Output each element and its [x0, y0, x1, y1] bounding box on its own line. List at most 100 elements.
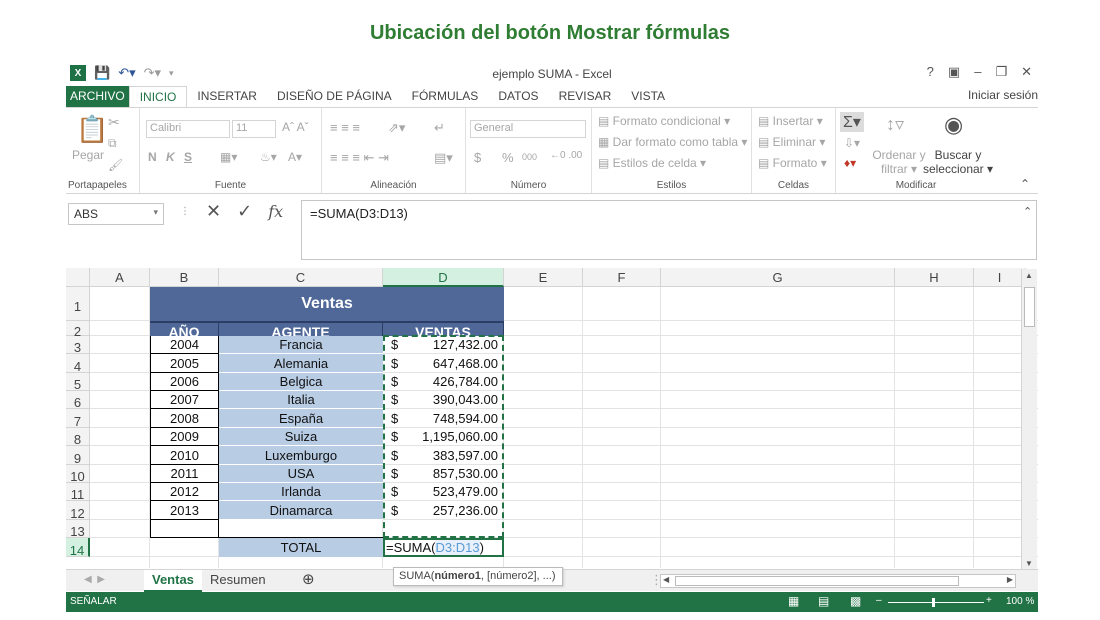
tab-file[interactable]: ARCHIVO: [66, 86, 129, 108]
insert-cells-button[interactable]: ▤ Insertar ▾: [758, 114, 823, 128]
table-cell-year[interactable]: 2011: [150, 465, 219, 483]
scroll-right-icon[interactable]: ▶: [1007, 575, 1013, 584]
table-cell-agent[interactable]: USA: [219, 465, 383, 483]
copy-icon[interactable]: ⧉: [108, 136, 117, 151]
align-top-icon[interactable]: ≡ ≡ ≡: [330, 120, 360, 135]
zoom-level[interactable]: 100 %: [1006, 596, 1034, 607]
fill-color-icon[interactable]: ♨▾: [260, 150, 277, 164]
number-format-combo[interactable]: General: [470, 120, 586, 138]
autosum-icon[interactable]: Σ▾: [840, 112, 864, 132]
table-cell-year[interactable]: 2006: [150, 373, 219, 391]
orientation-icon[interactable]: ⇗▾: [388, 120, 405, 136]
tab-home[interactable]: INICIO: [128, 86, 188, 108]
paste-button[interactable]: Pegar: [72, 148, 104, 162]
add-sheet-icon[interactable]: ⊕: [294, 570, 323, 592]
font-name-combo[interactable]: Calibri: [146, 120, 230, 138]
table-cell-agent[interactable]: Belgica: [219, 373, 383, 391]
row-header-12[interactable]: 12: [66, 501, 90, 521]
row-header-11[interactable]: 11: [66, 483, 90, 502]
scroll-thumb[interactable]: [1024, 287, 1035, 327]
help-icon[interactable]: ?: [927, 64, 934, 80]
row-header-13[interactable]: 13: [66, 520, 90, 539]
tab-formulas[interactable]: FÓRMULAS: [402, 86, 489, 108]
font-grow-icon[interactable]: Aˆ Aˇ: [282, 120, 309, 134]
expand-formula-icon[interactable]: ⌃: [1023, 205, 1032, 218]
page-layout-view-icon[interactable]: ▤: [818, 594, 829, 608]
row-header-1[interactable]: 1: [66, 287, 90, 321]
name-box[interactable]: ABS ▾: [68, 203, 164, 225]
currency-button[interactable]: $: [474, 150, 481, 165]
table-cell-year[interactable]: 2005: [150, 354, 219, 373]
worksheet-grid[interactable]: A B C D E F G H I 1 2 3 4 5 6 7 8 9 10 11 12 13 14 Ventas AÑO AGE…: [66, 268, 1038, 568]
underline-button[interactable]: S: [184, 150, 192, 164]
enter-icon[interactable]: ✓: [237, 201, 252, 222]
close-icon[interactable]: ✕: [1021, 64, 1032, 80]
row-header-8[interactable]: 8: [66, 428, 90, 447]
column-header-f[interactable]: F: [583, 268, 661, 287]
horizontal-scrollbar[interactable]: ◀ ▶: [660, 574, 1016, 588]
merge-center-icon[interactable]: ▤▾: [434, 150, 453, 166]
scroll-down-icon[interactable]: ▼: [1025, 559, 1033, 568]
column-header-e[interactable]: E: [504, 268, 583, 287]
tab-insert[interactable]: INSERTAR: [187, 86, 267, 108]
table-cell-year[interactable]: 2008: [150, 409, 219, 428]
sort-filter-button[interactable]: Ordenar y filtrar ▾: [872, 148, 926, 176]
sheet-tab-resumen[interactable]: Resumen: [202, 570, 274, 592]
row-header-3[interactable]: 3: [66, 336, 90, 355]
row-header-6[interactable]: 6: [66, 391, 90, 410]
h-scroll-thumb[interactable]: [675, 576, 959, 586]
wrap-text-icon[interactable]: ↵: [434, 120, 445, 136]
column-header-g[interactable]: G: [661, 268, 895, 287]
cancel-icon[interactable]: ✕: [206, 201, 221, 222]
row-header-5[interactable]: 5: [66, 373, 90, 392]
column-header-b[interactable]: B: [150, 268, 219, 287]
fill-icon[interactable]: ⇩▾: [844, 136, 860, 150]
vertical-scrollbar[interactable]: ▲ ▼: [1021, 269, 1037, 570]
percent-button[interactable]: %: [502, 150, 514, 165]
table-cell-agent[interactable]: España: [219, 409, 383, 428]
row-header-7[interactable]: 7: [66, 409, 90, 429]
cell-styles-button[interactable]: ▤ Estilos de celda ▾: [598, 156, 706, 170]
table-cell-year[interactable]: 2007: [150, 391, 219, 409]
select-all-corner[interactable]: [66, 268, 90, 287]
table-cell-empty[interactable]: [150, 520, 219, 538]
zoom-thumb[interactable]: [932, 598, 935, 607]
sign-in-link[interactable]: Iniciar sesión: [968, 88, 1038, 102]
delete-cells-button[interactable]: ▤ Eliminar ▾: [758, 135, 825, 149]
tab-review[interactable]: REVISAR: [549, 86, 622, 108]
font-size-combo[interactable]: 11: [232, 120, 276, 138]
zoom-in-icon[interactable]: +: [986, 595, 992, 606]
conditional-format-button[interactable]: ▤ Formato condicional ▾: [598, 114, 730, 128]
normal-view-icon[interactable]: ▦: [788, 594, 799, 608]
clear-icon[interactable]: ♦▾: [844, 156, 856, 170]
row-header-14[interactable]: 14: [66, 538, 90, 558]
table-cell-agent[interactable]: Suiza: [219, 428, 383, 446]
thousands-button[interactable]: 000: [522, 152, 537, 162]
active-cell-total[interactable]: =SUMA(D3:D13): [383, 538, 504, 557]
table-cell-agent[interactable]: Francia: [219, 336, 383, 354]
table-cell-agent[interactable]: Luxemburgo: [219, 446, 383, 465]
row-header-9[interactable]: 9: [66, 446, 90, 466]
format-painter-icon[interactable]: 🖌: [108, 158, 123, 172]
scroll-up-icon[interactable]: ▲: [1025, 271, 1033, 280]
find-select-button[interactable]: Buscar y seleccionar ▾: [922, 148, 994, 176]
page-break-view-icon[interactable]: ▩: [850, 594, 861, 608]
column-header-c[interactable]: C: [219, 268, 383, 287]
column-header-h[interactable]: H: [895, 268, 974, 287]
column-header-d[interactable]: D: [383, 268, 504, 287]
tab-page-layout[interactable]: DISEÑO DE PÁGINA: [267, 86, 402, 108]
zoom-slider[interactable]: [888, 602, 984, 603]
row-header-10[interactable]: 10: [66, 465, 90, 484]
column-header-i[interactable]: I: [974, 268, 1026, 287]
cut-icon[interactable]: ✂: [108, 114, 120, 131]
collapse-ribbon-icon[interactable]: ⌃: [1020, 177, 1030, 191]
bold-button[interactable]: N: [148, 150, 157, 164]
minimize-icon[interactable]: –: [974, 64, 981, 80]
table-cell-agent[interactable]: Italia: [219, 391, 383, 409]
zoom-out-icon[interactable]: –: [876, 595, 882, 606]
column-header-a[interactable]: A: [90, 268, 150, 287]
row-header-2[interactable]: 2: [66, 321, 90, 339]
borders-icon[interactable]: ▦▾: [220, 150, 237, 164]
format-as-table-button[interactable]: ▦ Dar formato como tabla ▾: [598, 135, 747, 149]
insert-function-button[interactable]: fx: [268, 202, 283, 221]
